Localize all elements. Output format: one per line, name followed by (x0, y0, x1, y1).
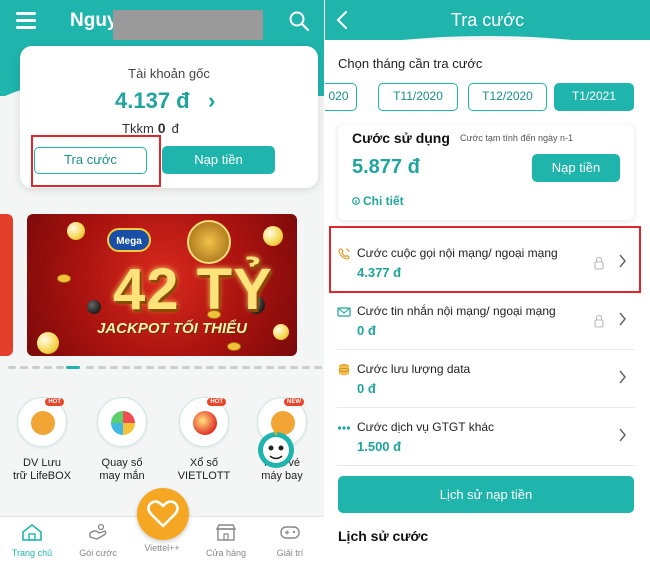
tkkm-label: Tkkm (122, 121, 154, 136)
nap-tien-button[interactable]: Nạp tiền (532, 154, 620, 182)
carousel-dots (0, 366, 324, 370)
coin (227, 342, 241, 351)
detail-link[interactable]: Chi tiết (352, 194, 404, 208)
mascot-icon[interactable]: V (254, 424, 298, 474)
service-vietlott[interactable]: HOT Xổ số VIETLOTT (170, 397, 238, 483)
charge-label: Cước tin nhắn nội mạng/ ngoại mạng (357, 304, 556, 318)
banner-headline: 42 TỶ (113, 257, 273, 322)
month-chip[interactable]: T11/2020 (378, 83, 458, 111)
charge-row-data[interactable]: Cước lưu lượng data 0 đ (337, 350, 635, 408)
service-lucky-wheel[interactable]: Quay số may mắn (88, 397, 156, 483)
store-icon (215, 524, 237, 541)
highlight-box (31, 135, 161, 187)
home-icon (22, 523, 42, 541)
charge-row-vas[interactable]: Cước dịch vụ GTGT khác 1.500 đ (337, 408, 635, 466)
user-name: Nguy (70, 10, 118, 31)
tkkm-unit: đ (171, 121, 179, 136)
lottery-ball (37, 332, 59, 354)
month-chip[interactable]: T12/2020 (468, 83, 547, 111)
promo-account: Tkkm 0 đ (122, 120, 179, 136)
lottery-ball (87, 300, 101, 314)
home-screen: Nguy Tài khoản gốc 4.137 đ › Tkkm 0 đ Tra … (0, 0, 324, 562)
tra-cuoc-screen: Tra cước Chọn tháng cần tra cước 020 T11… (325, 0, 650, 562)
lucky-wheel-icon (97, 397, 147, 447)
usage-title: Cước sử dụng (352, 130, 450, 146)
service-lifebox[interactable]: HOT DV Lưu trữ LifeBOX (8, 397, 76, 483)
service-label: Xổ số VIETLOTT (177, 457, 231, 482)
coin (57, 274, 71, 283)
lottery-ball (67, 222, 85, 240)
tab-package[interactable]: Gói cước (66, 517, 130, 558)
more-dots-icon (337, 426, 351, 430)
charge-value: 1.500 đ (357, 439, 402, 454)
package-icon (89, 523, 107, 540)
tab-label: Viettel++ (144, 543, 180, 553)
chevron-right-icon (619, 370, 626, 384)
svg-text:V: V (273, 427, 280, 438)
account-label: Tài khoản gốc (128, 66, 210, 81)
charge-label: Cước lưu lượng data (357, 362, 471, 376)
chevron-right-icon (619, 312, 626, 326)
service-label: DV Lưu trữ LifeBOX (12, 457, 72, 482)
charge-history-title: Lịch sử cước (338, 528, 429, 544)
banner-subline: JACKPOT TỐI THIỂU (97, 320, 248, 337)
nap-tien-button[interactable]: Nạp tiền (162, 146, 275, 174)
tab-label: Cửa hàng (205, 548, 247, 558)
tkkm-value: 0 (157, 120, 166, 136)
message-icon (337, 307, 351, 317)
charge-value: 0 đ (357, 323, 376, 338)
charge-row-messages[interactable]: Cước tin nhắn nội mạng/ ngoại mạng 0 đ (337, 292, 635, 350)
account-balance: 4.137 đ (115, 88, 190, 113)
viettel-plus-fab[interactable] (137, 488, 189, 540)
tab-entertainment[interactable]: Giải trí (258, 517, 322, 558)
usage-amount: 5.877 đ (352, 156, 420, 178)
topup-history-button[interactable]: Lịch sử nạp tiền (338, 476, 634, 513)
vietlott-icon: HOT (179, 397, 229, 447)
mega-logo: Mega (107, 228, 151, 252)
search-icon[interactable] (288, 10, 310, 32)
banner-prev-peek[interactable] (0, 214, 13, 356)
coin (207, 310, 221, 319)
charge-label: Cước dịch vụ GTGT khác (357, 420, 495, 434)
redacted-name (113, 10, 263, 40)
database-icon (338, 364, 350, 376)
month-chip[interactable]: 020 (325, 83, 357, 111)
promo-banner[interactable]: Mega 42 TỶ JACKPOT TỐI THIỂU (27, 214, 297, 356)
detail-label: Chi tiết (363, 194, 404, 208)
charge-value: 0 đ (357, 381, 376, 396)
tab-label: Trang chủ (11, 548, 53, 558)
chevron-right-icon (619, 428, 626, 442)
lottery-ball (273, 324, 289, 340)
highlight-box (329, 226, 641, 293)
month-chip-selected[interactable]: T1/2021 (554, 83, 634, 111)
usage-card: Cước sử dụng Cước tạm tính đến ngày n-1 … (338, 125, 634, 220)
tab-label: Gói cước (79, 548, 117, 558)
hamburger-icon[interactable] (16, 12, 36, 30)
lock-icon (594, 314, 604, 328)
tab-label: Giải trí (276, 548, 304, 558)
usage-note: Cước tạm tính đến ngày n-1 (460, 133, 573, 143)
choose-month-label: Chọn tháng cần tra cước (338, 56, 483, 71)
lottery-ball (263, 226, 283, 246)
heart-icon (147, 500, 179, 528)
lifebox-icon: HOT (17, 397, 67, 447)
chevron-right-icon[interactable]: › (208, 88, 215, 114)
gamepad-icon (280, 526, 300, 539)
tab-home[interactable]: Trang chủ (0, 517, 64, 558)
info-icon (352, 197, 360, 205)
tab-store[interactable]: Cửa hàng (194, 517, 258, 558)
page-title: Tra cước (450, 10, 525, 30)
service-label: Quay số may mắn (99, 457, 145, 482)
